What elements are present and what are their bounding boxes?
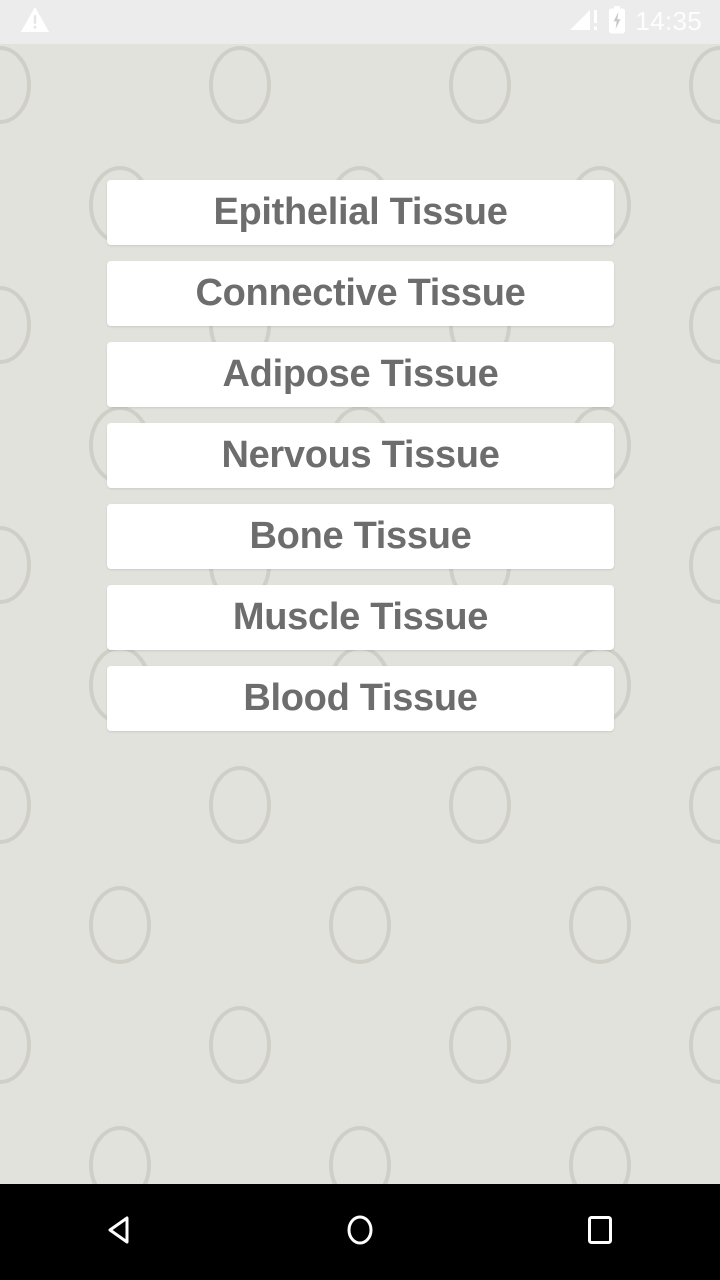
recents-icon [583, 1213, 617, 1252]
tissue-button-epithelial[interactable]: Epithelial Tissue [107, 180, 614, 245]
status-bar-left-icons [20, 6, 50, 38]
status-bar-clock: 14:35 [635, 6, 702, 36]
status-bar-right-icons: 14:35 [569, 5, 702, 39]
tissue-menu-list: Epithelial Tissue Connective Tissue Adip… [107, 180, 614, 731]
warning-triangle-icon [20, 6, 50, 38]
tissue-button-bone[interactable]: Bone Tissue [107, 504, 614, 569]
nav-recents-button[interactable] [480, 1184, 720, 1280]
tissue-button-nervous[interactable]: Nervous Tissue [107, 423, 614, 488]
tissue-button-muscle[interactable]: Muscle Tissue [107, 585, 614, 650]
battery-charging-icon [608, 5, 626, 39]
content-area: Epithelial Tissue Connective Tissue Adip… [0, 44, 720, 1184]
nav-home-button[interactable] [240, 1184, 480, 1280]
android-navigation-bar [0, 1184, 720, 1280]
tissue-button-connective[interactable]: Connective Tissue [107, 261, 614, 326]
signal-bars-icon [569, 8, 599, 37]
nav-back-button[interactable] [0, 1184, 240, 1280]
phone-screen: 14:35 Epithelial Tissue Connective Tissu… [0, 0, 720, 1280]
status-bar: 14:35 [0, 0, 720, 44]
back-icon [103, 1213, 137, 1252]
tissue-button-adipose[interactable]: Adipose Tissue [107, 342, 614, 407]
tissue-button-blood[interactable]: Blood Tissue [107, 666, 614, 731]
home-icon [343, 1213, 377, 1252]
